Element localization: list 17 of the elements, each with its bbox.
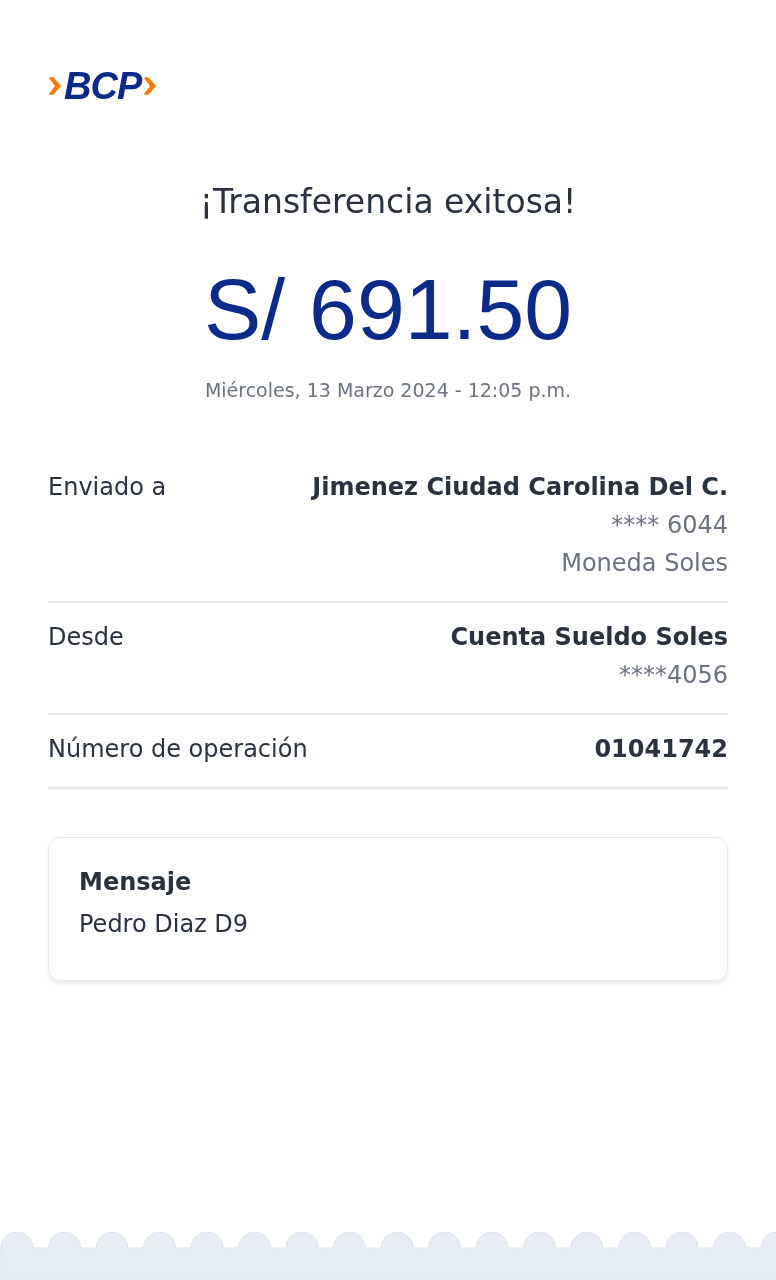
detail-value: Moneda Soles xyxy=(561,549,728,577)
amount: S/ 691.50 xyxy=(202,260,574,359)
detail-label: Enviado a xyxy=(48,473,167,501)
detail-label: Número de operación xyxy=(48,735,308,763)
detail-value: **** 6044 xyxy=(611,511,728,539)
detail-label: Desde xyxy=(48,623,124,651)
detail-value: Cuenta Sueldo Soles xyxy=(450,623,728,651)
logo-text: BCP xyxy=(64,66,142,106)
date-time: Miércoles, 13 Marzo 2024 - 12:05 p.m. xyxy=(203,379,573,401)
message-text: Pedro Diaz D9 xyxy=(79,910,250,938)
detail-value: Jimenez Ciudad Carolina Del C. xyxy=(312,473,728,501)
success-title: ¡Transferencia exitosa! xyxy=(198,182,578,221)
message-title: Mensaje xyxy=(79,868,193,896)
detail-value: ****4056 xyxy=(618,661,728,689)
chevron-icon xyxy=(48,75,62,97)
detail-value: 01041742 xyxy=(594,735,728,763)
chevron-icon xyxy=(143,75,158,97)
